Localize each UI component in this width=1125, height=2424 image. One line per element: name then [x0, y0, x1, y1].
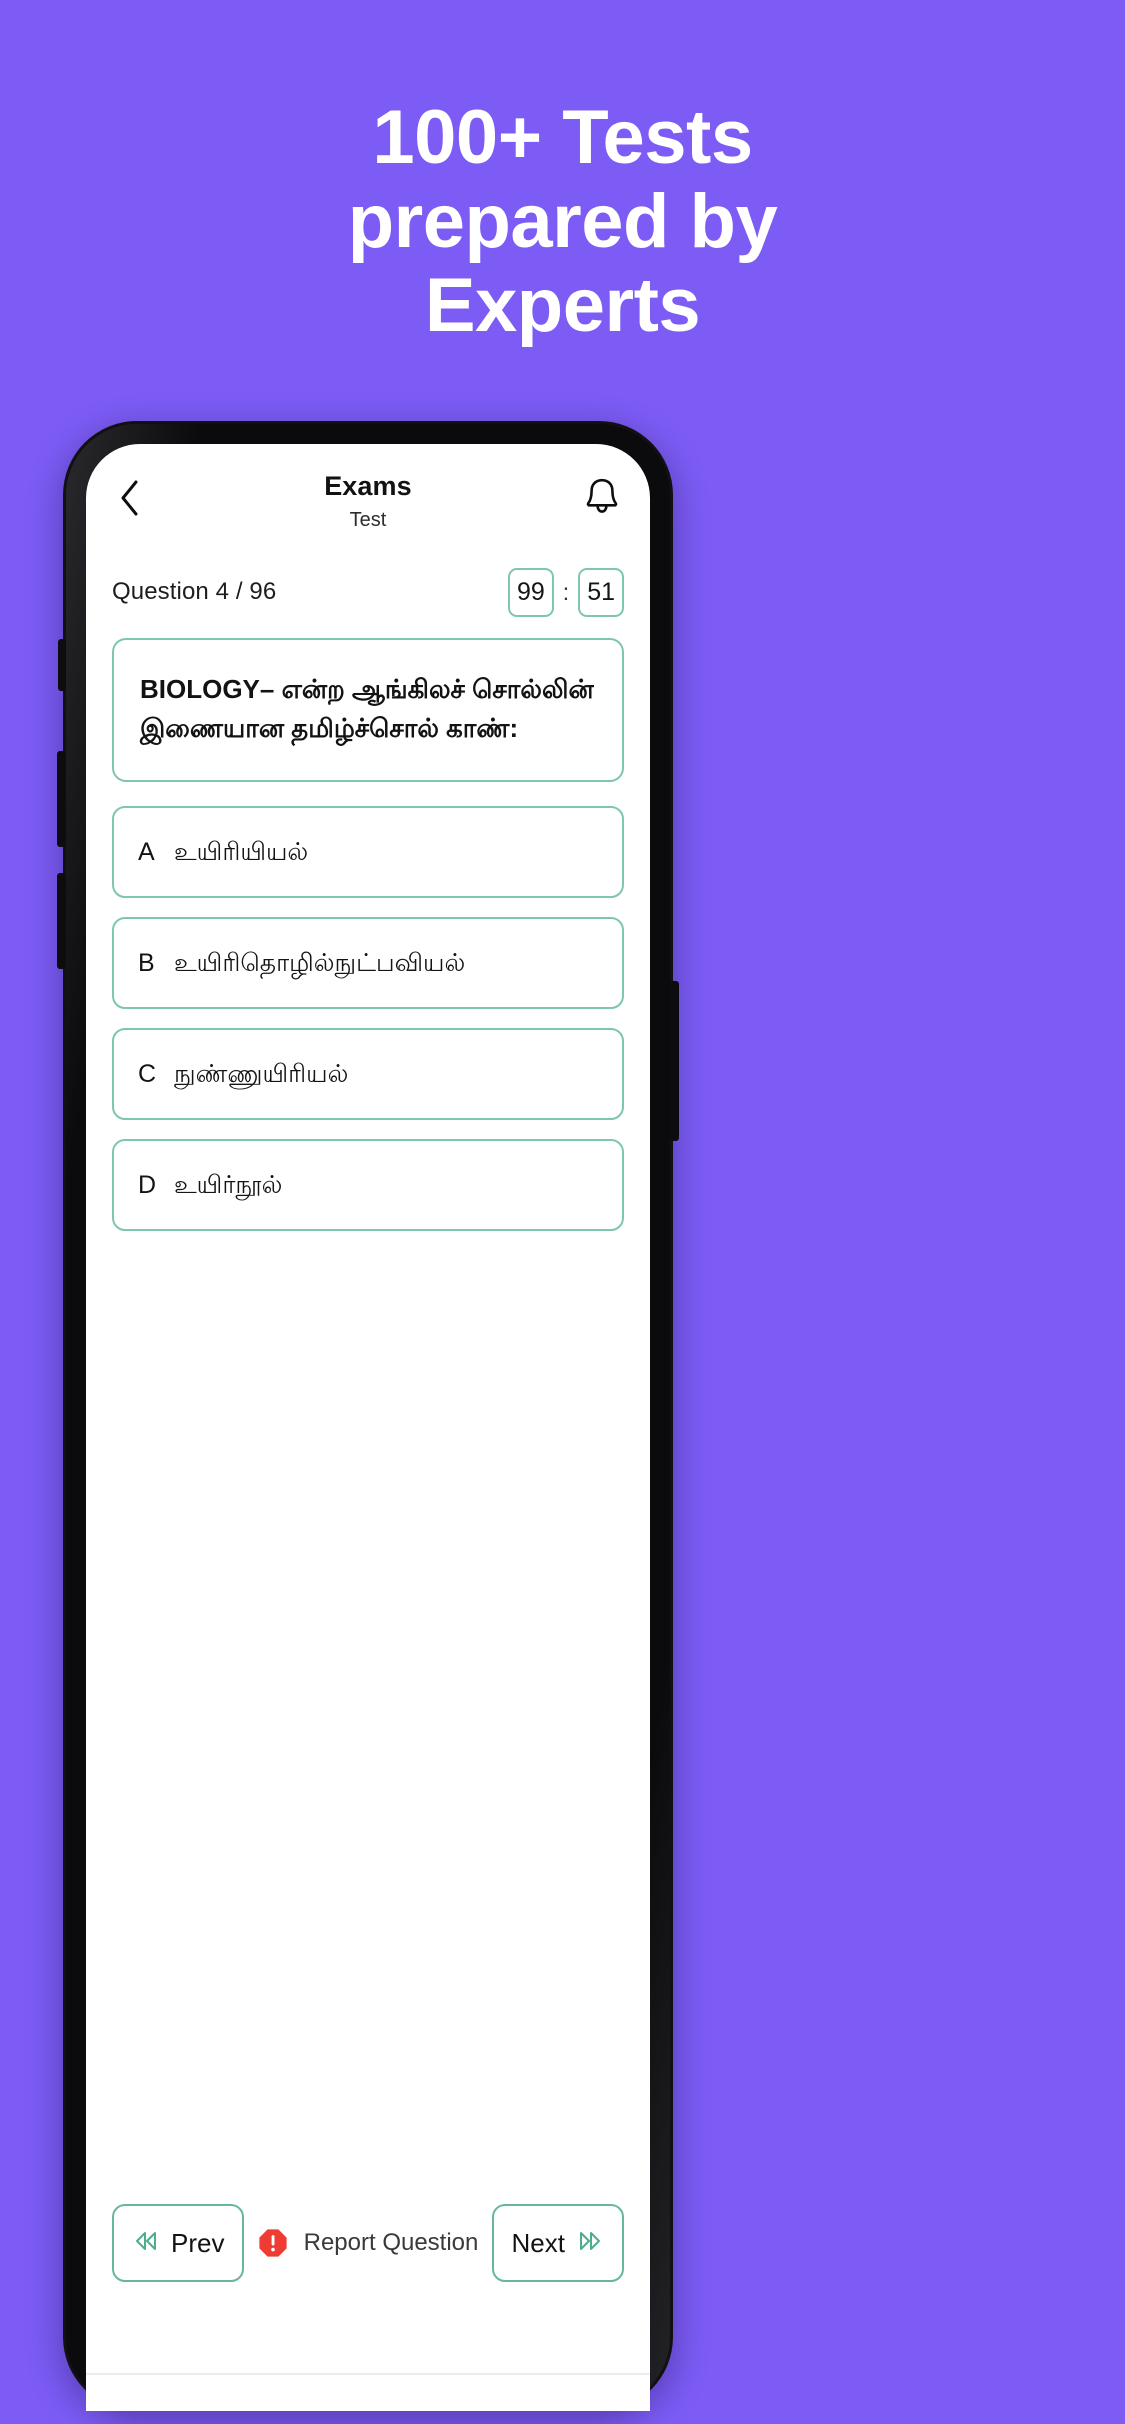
- promo-stage: 100+ Tests prepared by Experts Exams Tes…: [0, 0, 1125, 2424]
- timer-minutes: 99: [507, 567, 554, 617]
- question-meta-row: Question 4 / 96 99 : 51: [86, 548, 650, 620]
- phone-screen: Exams Test Question 4 / 96 99: 51 BIOLO…: [86, 444, 650, 2411]
- question-counter: Question 4 / 96: [112, 578, 277, 605]
- option-key: D: [138, 1170, 157, 1199]
- chevron-double-right-icon: [576, 2229, 604, 2258]
- page-title: Exams: [324, 471, 412, 501]
- option-c[interactable]: C நுண்ணுயிரியல்: [112, 1028, 624, 1120]
- page-subtitle: Test: [349, 509, 387, 531]
- phone-silence-switch: [58, 639, 66, 691]
- chevron-double-left-icon: [132, 2229, 160, 2258]
- timer-separator: :: [562, 578, 570, 605]
- option-b[interactable]: B உயிரிதொழில்நுட்பவியல்: [112, 917, 624, 1009]
- phone-volume-down-button: [57, 873, 66, 969]
- phone-mockup-frame: Exams Test Question 4 / 96 99: 51 BIOLO…: [57, 421, 679, 2411]
- option-label: உயிர்நூல்: [174, 1171, 283, 1199]
- options-list: A உயிரியியல் B உயிரிதொழில்நுட்பவியல் C ந…: [112, 806, 624, 1231]
- app-header: Exams Test: [86, 444, 650, 548]
- option-a[interactable]: A உயிரியியல்: [112, 806, 624, 898]
- timer-seconds: 51: [578, 567, 624, 617]
- option-label: நுண்ணுயிரியல்: [174, 1060, 349, 1088]
- option-label: உயிரியியல்: [174, 838, 309, 866]
- prev-question-button[interactable]: Prev: [112, 2204, 245, 2282]
- alert-octagon-icon: [258, 2228, 288, 2258]
- question-text: BIOLOGY– என்ற ஆங்கிலச் சொல்லின் இணையான த…: [140, 674, 594, 743]
- option-label: உயிரிதொழில்நுட்பவியல்: [174, 949, 466, 977]
- bottom-divider: [86, 2373, 650, 2375]
- bell-icon: [585, 477, 619, 520]
- header-title-group: Exams Test: [114, 470, 622, 534]
- prev-label: Prev: [171, 2227, 225, 2258]
- phone-volume-up-button: [57, 751, 66, 847]
- next-question-button[interactable]: Next: [491, 2204, 624, 2282]
- next-label: Next: [511, 2227, 565, 2258]
- notifications-button[interactable]: [580, 476, 624, 520]
- chevron-left-icon: [118, 478, 142, 523]
- phone-power-button: [670, 981, 679, 1141]
- promo-headline: 100+ Tests prepared by Experts: [347, 95, 778, 348]
- back-button[interactable]: [110, 480, 150, 520]
- option-key: B: [138, 948, 155, 977]
- countdown-timer: 99 : 51: [507, 567, 624, 617]
- report-question-button[interactable]: Report Question: [258, 2228, 479, 2258]
- report-question-label: Report Question: [303, 2229, 479, 2256]
- question-nav-bar: Prev Report Question Next: [86, 2195, 650, 2291]
- option-key: C: [138, 1059, 157, 1088]
- question-card: BIOLOGY– என்ற ஆங்கிலச் சொல்லின் இணையான த…: [112, 638, 624, 782]
- option-d[interactable]: D உயிர்நூல்: [112, 1139, 624, 1231]
- option-key: A: [138, 837, 155, 866]
